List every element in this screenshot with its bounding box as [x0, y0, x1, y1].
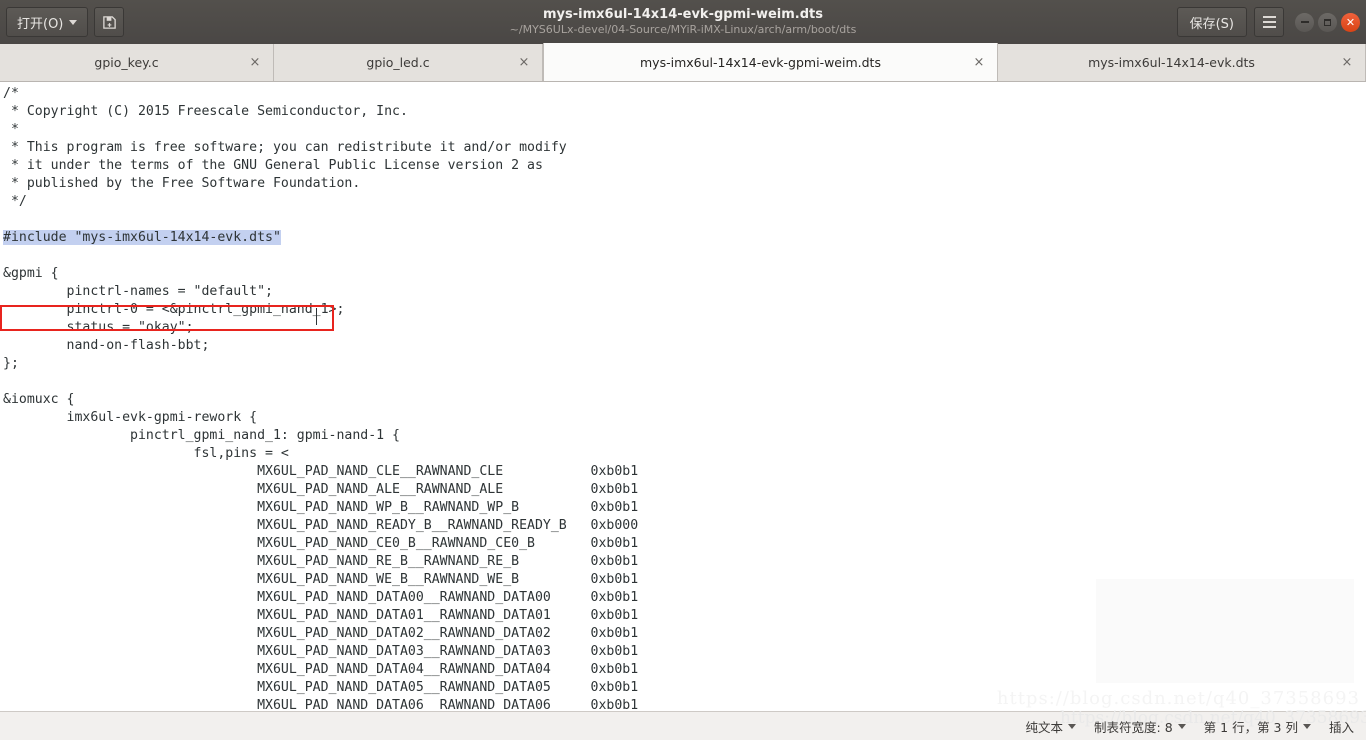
cursor-position-label: 第 1 行，第 3 列 [1203, 719, 1298, 735]
tab-close-icon[interactable]: × [516, 55, 532, 71]
close-button[interactable]: ✕ [1341, 12, 1360, 32]
open-button-label: 打开(O) [17, 16, 64, 32]
minimize-button[interactable] [1295, 12, 1314, 32]
maximize-icon [1324, 18, 1331, 26]
open-button[interactable]: 打开(O) [6, 7, 89, 37]
code-block-header: /* * Copyright (C) 2015 Freescale Semico… [3, 86, 567, 209]
tab-bar: gpio_key.c × gpio_led.c × mys-imx6ul-14x… [0, 43, 1366, 82]
chevron-down-icon [1302, 723, 1311, 729]
titlebar-title-block: mys-imx6ul-14x14-evk-gpmi-weim.dts ~/MYS… [0, 0, 1366, 44]
hamburger-menu-icon [1262, 26, 1276, 28]
maximize-button[interactable] [1318, 12, 1337, 32]
chevron-down-icon [69, 19, 78, 25]
hamburger-menu-icon [1262, 16, 1276, 18]
chevron-down-icon [1068, 723, 1077, 729]
minimize-icon [1300, 21, 1309, 23]
tab-label: gpio_led.c [366, 55, 430, 70]
filetype-selector[interactable]: 纯文本 [1026, 717, 1077, 736]
watermark-panel [1096, 579, 1354, 683]
tab-label: mys-imx6ul-14x14-evk-gpmi-weim.dts [640, 54, 881, 70]
tab-mys-imx6ul-gpmi-weim-dts[interactable]: mys-imx6ul-14x14-evk-gpmi-weim.dts × [543, 43, 998, 81]
chevron-down-icon [1177, 723, 1186, 729]
tab-width-selector[interactable]: 制表符宽度: 8 [1094, 717, 1186, 736]
source-code-text[interactable]: /* * Copyright (C) 2015 Freescale Semico… [3, 85, 638, 711]
window-title: mys-imx6ul-14x14-evk-gpmi-weim.dts [542, 7, 824, 22]
insert-mode-text: 插入 [1328, 719, 1354, 735]
save-as-button[interactable] [94, 7, 125, 37]
tab-mys-imx6ul-evk-dts[interactable]: mys-imx6ul-14x14-evk.dts × [998, 44, 1366, 81]
tab-width-label: 制表符宽度: 8 [1094, 719, 1173, 735]
cursor-position-selector[interactable]: 第 1 行，第 3 列 [1204, 717, 1311, 736]
window-subtitle-path: ~/MYS6ULx-devel/04-Source/MYiR-iMX-Linux… [509, 23, 857, 36]
save-button-label: 保存(S) [1189, 16, 1234, 32]
tab-label: mys-imx6ul-14x14-evk.dts [1088, 55, 1255, 70]
save-button[interactable]: 保存(S) [1176, 7, 1247, 37]
highlighted-include-line: #include "mys-imx6ul-14x14-evk.dts" [3, 230, 281, 245]
watermark-text: https://blog.csdn.net/q40_37358693 [996, 688, 1360, 709]
tab-gpio-led-c[interactable]: gpio_led.c × [274, 44, 543, 81]
tab-label: gpio_key.c [94, 55, 159, 70]
window-controls: ✕ [1295, 12, 1360, 32]
tab-gpio-key-c[interactable]: gpio_key.c × [0, 44, 274, 81]
text-cursor [316, 308, 317, 325]
insert-mode-label: 插入 [1329, 717, 1354, 736]
tab-close-icon[interactable]: × [247, 55, 263, 71]
save-as-icon [103, 15, 116, 29]
hamburger-menu-icon [1262, 21, 1276, 23]
titlebar-right-controls: 保存(S) ✕ [1176, 7, 1360, 37]
tab-close-icon[interactable]: × [1339, 55, 1355, 71]
titlebar-left-controls: 打开(O) [6, 7, 125, 37]
code-block-body: &gpmi { pinctrl-names = "default"; pinct… [3, 266, 639, 711]
close-icon: ✕ [1345, 15, 1356, 29]
tab-close-icon[interactable]: × [971, 54, 987, 70]
status-bar: https://blog.csdn.net/q40_37358693 纯文本 制… [0, 708, 1366, 740]
filetype-label: 纯文本 [1025, 719, 1064, 735]
hamburger-menu-button[interactable] [1254, 7, 1284, 37]
code-editor-area[interactable]: /* * Copyright (C) 2015 Freescale Semico… [0, 82, 1366, 711]
title-bar: 打开(O) mys-imx6ul-14x14-evk-gpmi-weim.dts… [0, 0, 1366, 45]
